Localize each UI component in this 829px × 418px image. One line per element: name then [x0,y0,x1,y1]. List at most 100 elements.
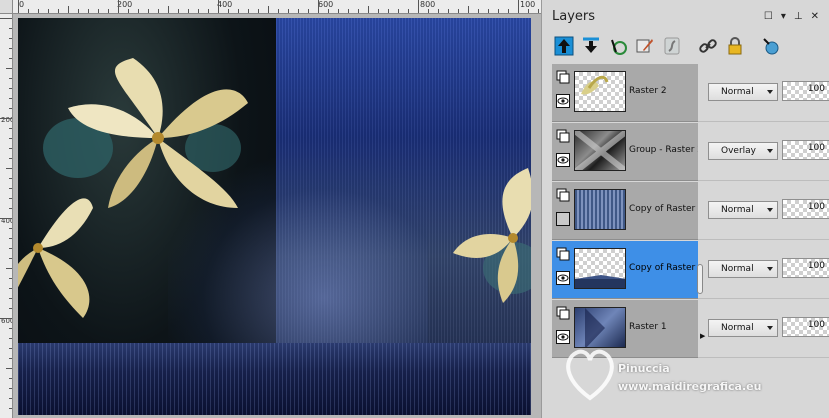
ruler-tick [398,9,399,13]
ruler-tick [78,9,79,13]
layer-row[interactable]: Group - Raster 2 Overlay 100 [552,123,829,182]
ruler-tick [488,9,489,13]
ruler-label: 0 [19,0,25,9]
ruler-tick [418,0,419,13]
chevron-down-icon [767,149,773,153]
ruler-tick [9,58,12,59]
ruler-tick [168,6,169,13]
ruler-tick [9,178,12,179]
layer-type-icon [556,70,570,84]
ruler-tick [9,288,12,289]
layer-row[interactable]: Copy of Raster 1 Normal 100 [552,182,829,241]
opacity-field[interactable]: 100 [782,258,829,278]
layer-type-icon [556,247,570,261]
ruler-label: 800 [420,0,436,9]
ruler-tick [6,268,12,269]
ruler-tick [288,9,289,13]
eye-icon[interactable] [556,153,570,167]
ruler-tick [9,98,12,99]
canvas-area[interactable]: 0 200 400 600 800 100 200 400 600 [0,0,541,418]
ruler-tick [9,148,12,149]
blend-mode-select[interactable]: Normal [708,83,778,101]
chevron-down-icon[interactable]: ▾ [781,11,786,22]
ruler-tick [6,368,12,369]
chevron-down-icon [767,90,773,94]
ruler-tick [9,208,12,209]
maximize-icon[interactable]: ☐ [764,11,773,22]
move-layer-down-icon[interactable] [579,34,603,58]
ruler-tick [9,38,12,39]
canvas-image[interactable] [18,18,531,415]
layer-type-icon [556,188,570,202]
ruler-tick [9,108,12,109]
ruler-tick [538,9,539,13]
heart-logo [566,349,614,401]
chevron-right-icon[interactable]: ▶ [700,332,705,340]
layer-properties: Normal 100 [698,182,829,240]
panel-title-buttons: ☐ ▾ ⊥ ✕ [764,11,819,22]
watermark-author: Pinuccia [618,362,670,375]
layer-name: Copy of Raster 1 [629,263,704,273]
ruler-tick [9,88,12,89]
ruler-label: 400 [217,0,233,9]
opacity-value: 100 [807,202,825,212]
flower-graphic [453,168,531,303]
layer-row-main[interactable]: Raster 2 [552,64,698,122]
blend-mode-select[interactable]: Normal [708,201,778,219]
opacity-value: 100 [807,143,825,153]
blend-mode-value: Normal [721,264,754,274]
panel-splitter-handle[interactable] [697,264,703,294]
ruler-tick [308,9,309,13]
layer-row-selected[interactable]: Copy of Raster 1 Normal 100 [552,241,829,300]
close-icon[interactable]: ✕ [811,11,819,22]
ruler-tick [448,9,449,13]
layer-row-main[interactable]: Copy of Raster 1 [552,241,704,299]
ruler-tick [9,28,12,29]
ruler-tick [258,9,259,13]
blend-mode-select[interactable]: Normal [708,260,778,278]
ruler-label: 200 [117,0,133,9]
ruler-tick [9,248,12,249]
blend-mode-select[interactable]: Normal [708,319,778,337]
lock-icon[interactable] [723,34,747,58]
layer-type-icon [556,306,570,320]
ruler-tick [9,348,12,349]
ruler-tick [9,398,12,399]
eye-icon[interactable] [556,271,570,285]
watermark: Pinuccia www.maidiregrafica.eu [562,340,792,410]
ruler-tick [368,6,369,13]
vertical-ruler: 200 400 600 [0,14,13,418]
visibility-icon[interactable] [759,34,783,58]
opacity-field[interactable]: 100 [782,199,829,219]
edit-icon[interactable] [633,34,657,58]
mask-icon[interactable] [660,34,684,58]
eye-icon[interactable] [556,94,570,108]
opacity-field[interactable]: 100 [782,317,829,337]
ruler-tick [278,9,279,13]
chevron-down-icon [767,326,773,330]
link-icon[interactable] [696,34,720,58]
ruler-tick [528,9,529,13]
ruler-tick [0,118,12,119]
horizontal-ruler: 0 200 400 600 800 100 [13,0,541,14]
ruler-tick [9,228,12,229]
ruler-tick [0,318,12,319]
layer-row-main[interactable]: Copy of Raster 1 [552,182,704,240]
pin-icon[interactable]: ⊥ [794,11,803,22]
visibility-toggle-off-icon[interactable] [556,212,570,226]
ruler-tick [208,9,209,13]
ruler-tick [438,9,439,13]
layer-row-main[interactable]: Group - Raster 2 [552,123,703,181]
layer-name: Group - Raster 2 [629,145,703,155]
opacity-field[interactable]: 100 [782,81,829,101]
ruler-tick [9,258,12,259]
ruler-corner [0,0,13,14]
blend-mode-select[interactable]: Overlay [708,142,778,160]
ruler-label: 100 [520,0,536,9]
layer-row[interactable]: Raster 2 Normal 100 [552,64,829,123]
move-layer-up-icon[interactable] [552,34,576,58]
new-layer-icon[interactable] [606,34,630,58]
opacity-field[interactable]: 100 [782,140,829,160]
ruler-tick [9,378,12,379]
ruler-tick [9,308,12,309]
